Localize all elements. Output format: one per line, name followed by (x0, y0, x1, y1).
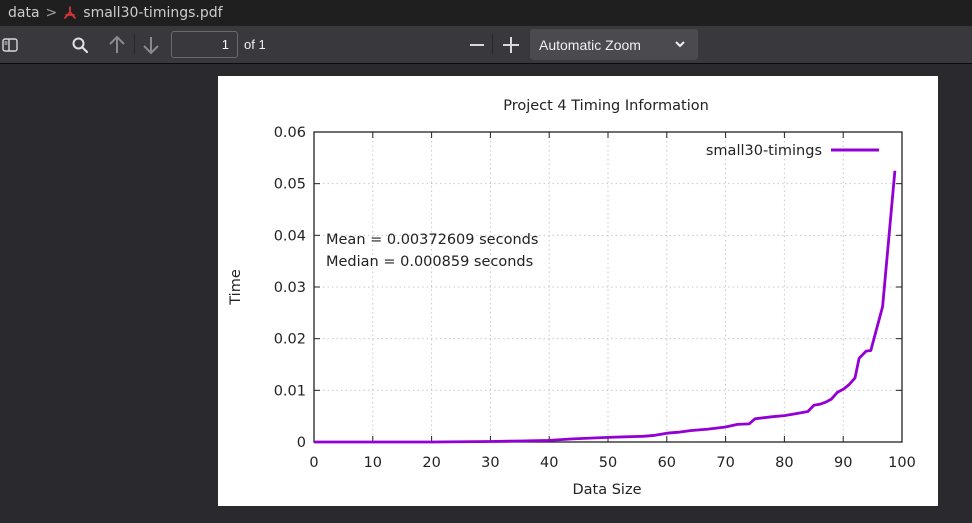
page-number-input[interactable]: 1 (171, 31, 238, 58)
pdf-page: 0 0.01 0.02 0.03 0.04 0.05 0.06 0 10 20 30 40 50 60 7… (218, 76, 938, 506)
search-icon (71, 36, 89, 54)
y-tick-label: 0.04 (274, 228, 306, 244)
annotation-median: Median = 0.000859 seconds (326, 254, 533, 270)
x-tick-label: 0 (309, 455, 318, 471)
x-tick-label: 20 (422, 455, 440, 471)
legend-label: small30-timings (706, 143, 822, 159)
zoom-out-button[interactable] (466, 26, 488, 63)
y-tick-label: 0.01 (274, 383, 306, 399)
zoom-in-button[interactable] (500, 26, 522, 63)
arrow-down-icon (142, 35, 160, 55)
breadcrumb-folder[interactable]: data (8, 5, 40, 21)
chart-title: Project 4 Timing Information (503, 98, 709, 114)
y-tick-label: 0.02 (274, 332, 306, 348)
arrow-up-icon (108, 35, 126, 55)
series-line-small30-timings (314, 170, 897, 444)
timing-chart: 0 0.01 0.02 0.03 0.04 0.05 0.06 0 10 20 30 40 50 60 7… (228, 98, 916, 498)
x-axis-label: Data Size (573, 482, 642, 498)
annotation-mean: Mean = 0.00372609 seconds (326, 232, 538, 248)
legend: small30-timings (706, 143, 879, 159)
x-tick-label: 50 (599, 455, 617, 471)
previous-page-button[interactable] (106, 26, 128, 63)
breadcrumb-file[interactable]: small30-timings.pdf (83, 5, 222, 21)
x-tick-label: 40 (540, 455, 558, 471)
sidebar-toggle-icon (2, 37, 18, 52)
next-page-button[interactable] (140, 26, 162, 63)
sidebar-toggle-button[interactable] (0, 26, 20, 63)
minus-icon (469, 37, 485, 53)
toolbar-separator (134, 34, 135, 54)
x-tick-label: 10 (364, 455, 382, 471)
page-count: of 1 (244, 37, 266, 52)
y-tick-label: 0 (297, 435, 306, 451)
x-tick-label: 30 (481, 455, 499, 471)
zoom-value: Automatic Zoom (539, 36, 641, 53)
chevron-down-icon (674, 37, 686, 53)
x-tick-label: 80 (775, 455, 793, 471)
y-tick-label: 0.06 (274, 125, 306, 141)
pdf-icon (63, 6, 77, 20)
x-tick-label: 90 (834, 455, 852, 471)
y-axis-label: Time (228, 269, 244, 306)
x-tick-label: 70 (716, 455, 734, 471)
breadcrumb-separator: > (45, 5, 58, 21)
x-tick-label: 100 (888, 455, 916, 471)
pdf-toolbar: 1 of 1 Automatic Zoom (0, 26, 972, 64)
y-tick-label: 0.03 (274, 280, 306, 296)
find-button[interactable] (68, 26, 92, 63)
plus-icon (502, 36, 520, 54)
y-tick-label: 0.05 (274, 177, 306, 193)
toolbar-separator (492, 34, 493, 54)
breadcrumb: data > small30-timings.pdf (0, 0, 972, 26)
zoom-select[interactable]: Automatic Zoom (530, 29, 698, 60)
x-tick-label: 60 (658, 455, 676, 471)
